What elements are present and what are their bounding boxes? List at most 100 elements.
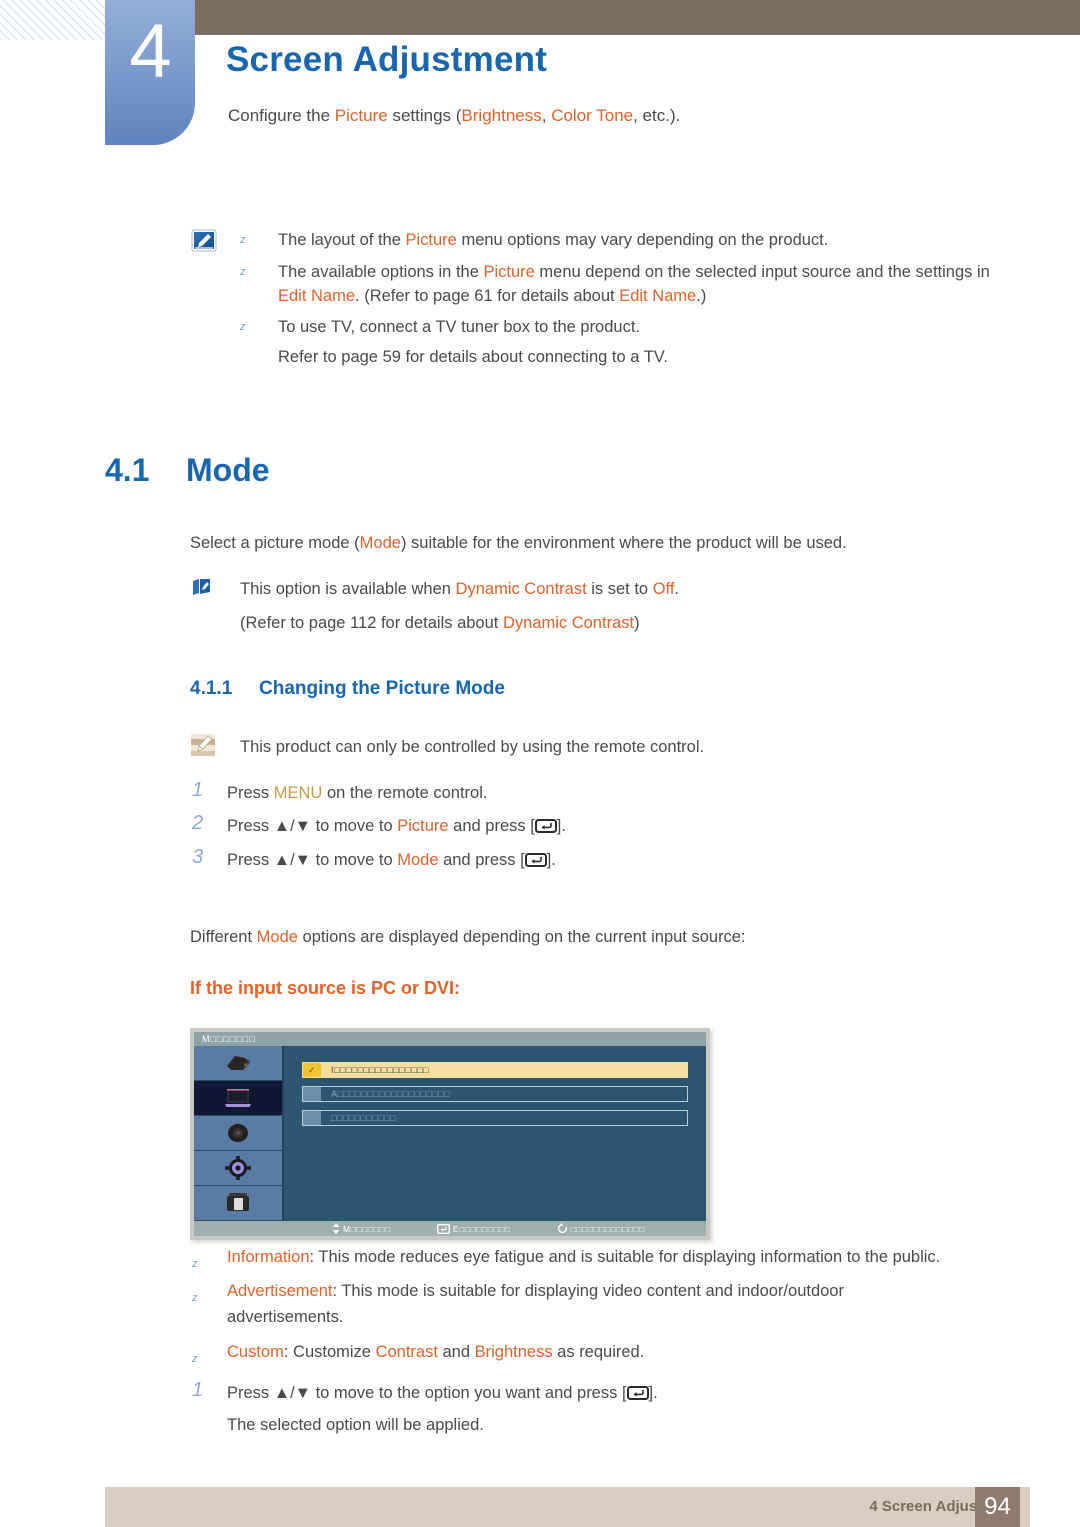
keyword-edit-name-2: Edit Name	[619, 287, 697, 305]
step-text-2: Press ▲/▼ to move to Picture and press […	[227, 814, 987, 839]
note-2-tail: .)	[696, 287, 707, 305]
different-modes-pre: Different	[190, 928, 257, 946]
enter-key-icon	[626, 1385, 649, 1401]
chapter-subtitle-mid: settings (	[387, 106, 462, 125]
bullet-marker: z	[240, 266, 246, 278]
mode-list-item-custom: Custom: Customize Contrast and Brightnes…	[227, 1340, 1017, 1365]
osd-hint-return-label: □□□□□□□□□□□□□	[570, 1223, 646, 1234]
step-3-post: and press [	[438, 851, 525, 869]
note-item-1: The layout of the Picture menu options m…	[278, 228, 1018, 253]
osd-footer-hints: M□□□□□□□ E□□□□□□□□□ □□□□□□□□□□□□□	[194, 1221, 706, 1236]
intro-pre: Select a picture mode (	[190, 534, 360, 552]
keyword-advertisement: Advertisement	[227, 1282, 333, 1300]
keyword-contrast: Contrast	[375, 1343, 438, 1361]
final-step-text: Press ▲/▼ to move to the option you want…	[227, 1381, 1017, 1406]
enter-key-icon	[534, 818, 557, 834]
keyword-mode: Mode	[397, 851, 439, 869]
page-title: Screen Adjustment	[226, 40, 548, 79]
note-small-icon	[192, 578, 212, 596]
chapter-subtitle-sep: ,	[541, 106, 552, 125]
osd-sidebar-item-input[interactable]	[194, 1046, 282, 1081]
enter-key-icon	[436, 1223, 450, 1234]
osd-menu-item-information[interactable]: ✓ I□□□□□□□□□□□□□□□□	[302, 1062, 688, 1078]
keyword-off: Off	[652, 580, 675, 598]
osd-title: M□□□□□□□	[194, 1032, 706, 1046]
keyword-information: Information	[227, 1248, 310, 1266]
keyword-picture: Picture	[334, 106, 388, 125]
bullet-marker: z	[240, 321, 246, 333]
step-2-post: and press [	[448, 817, 535, 835]
osd-hint-move-label: M□□□□□□□	[343, 1223, 391, 1234]
step-text-3: Press ▲/▼ to move to Mode and press [].	[227, 848, 987, 873]
bullet-marker: z	[240, 234, 246, 246]
note-2-pre: The available options in the	[278, 263, 484, 281]
header-brown-bar	[195, 0, 1080, 35]
note-line1-pre: This option is available when	[240, 580, 456, 598]
step-number-3: 3	[192, 846, 204, 868]
input-source-heading: If the input source is PC or DVI:	[190, 978, 461, 998]
note-1-post: menu options may vary depending on the p…	[456, 231, 829, 249]
subsection-number: 4.1.1	[190, 678, 233, 699]
step-number-1: 1	[192, 779, 204, 801]
osd-check-icon: ✓	[303, 1063, 321, 1077]
keyword-dynamic-contrast-2: Dynamic Contrast	[502, 614, 635, 632]
chapter-number: 4	[129, 9, 171, 94]
enter-key-icon	[524, 852, 547, 868]
section-note-line-1: This option is available when Dynamic Co…	[240, 577, 1000, 602]
bullet-marker: z	[192, 1292, 198, 1304]
osd-item-label: □□□□□□□□□□□	[331, 1113, 397, 1123]
section-title: Mode	[186, 452, 270, 488]
note-line2-post: )	[634, 614, 640, 632]
note-line2-pre: (Refer to page 112 for details about	[240, 614, 503, 632]
osd-sidebar	[194, 1046, 284, 1221]
osd-hint-return: □□□□□□□□□□□□□	[557, 1223, 646, 1234]
osd-menu-item-advertisement[interactable]: A□□□□□□□□□□□□□□□□□□□	[302, 1086, 688, 1102]
keyword-mode: Mode	[359, 534, 401, 552]
osd-sidebar-item-tv[interactable]	[194, 1186, 282, 1221]
step-1-post: on the remote control.	[322, 784, 488, 802]
osd-sidebar-item-setup[interactable]	[194, 1151, 282, 1186]
osd-panel: M□□□□□□□ ✓ I□□□□□□□□□□□□□□□□ A□□□□□□□□□□…	[194, 1032, 706, 1236]
osd-hint-enter-label: E□□□□□□□□□	[452, 1223, 511, 1234]
note-item-2: The available options in the Picture men…	[278, 260, 1018, 285]
return-arrow-icon	[557, 1223, 567, 1234]
osd-sidebar-item-picture[interactable]	[194, 1081, 282, 1116]
mode-adv-desc: : This mode is suitable for displaying v…	[332, 1282, 844, 1300]
osd-screenshot: M□□□□□□□ ✓ I□□□□□□□□□□□□□□□□ A□□□□□□□□□□…	[190, 1028, 710, 1240]
subsection-note-text: This product can only be controlled by u…	[240, 738, 705, 756]
step-number-2: 2	[192, 812, 204, 834]
step-1-pre: Press	[227, 784, 274, 802]
section-intro-paragraph: Select a picture mode (Mode) suitable fo…	[190, 531, 990, 556]
mode-list-item-advertisement: Advertisement: This mode is suitable for…	[227, 1279, 1017, 1304]
note-pen-icon	[191, 229, 219, 254]
mode-custom-mid: and	[437, 1343, 475, 1361]
osd-check-icon	[303, 1087, 321, 1101]
chapter-subtitle-pre: Configure the	[228, 106, 335, 125]
page-number: 94	[975, 1487, 1020, 1527]
note-2-mid: . (Refer to page 61 for details about	[355, 287, 620, 305]
mode-custom-desc: : Customize	[283, 1343, 376, 1361]
section-note-line-2: (Refer to page 112 for details about Dyn…	[240, 611, 1000, 636]
note-tan-icon	[190, 733, 217, 759]
osd-menu-item-custom[interactable]: □□□□□□□□□□□	[302, 1110, 688, 1126]
different-modes-paragraph: Different Mode options are displayed dep…	[190, 925, 990, 950]
different-modes-post: options are displayed depending on the c…	[297, 928, 746, 946]
keyword-menu: MENU	[273, 784, 323, 802]
keyword-mode: Mode	[256, 928, 298, 946]
subsection-title: Changing the Picture Mode	[259, 678, 505, 699]
osd-sidebar-item-sound[interactable]	[194, 1116, 282, 1151]
note-item-2-cont: Edit Name. (Refer to page 61 for details…	[278, 284, 1018, 309]
final-step-tail: ].	[648, 1384, 658, 1402]
bullet-marker: z	[192, 1258, 198, 1270]
decorative-hatch-pattern	[0, 0, 112, 40]
keyword-picture: Picture	[397, 817, 449, 835]
intro-post: ) suitable for the environment where the…	[400, 534, 847, 552]
osd-check-icon	[303, 1111, 321, 1125]
keyword-color-tone: Color Tone	[551, 106, 634, 125]
step-2-pre: Press ▲/▼ to move to	[227, 817, 398, 835]
note-item-3: To use TV, connect a TV tuner box to the…	[278, 318, 641, 336]
note-line1-mid: is set to	[586, 580, 653, 598]
step-3-pre: Press ▲/▼ to move to	[227, 851, 398, 869]
keyword-picture: Picture	[483, 263, 535, 281]
move-updown-icon	[332, 1223, 340, 1234]
